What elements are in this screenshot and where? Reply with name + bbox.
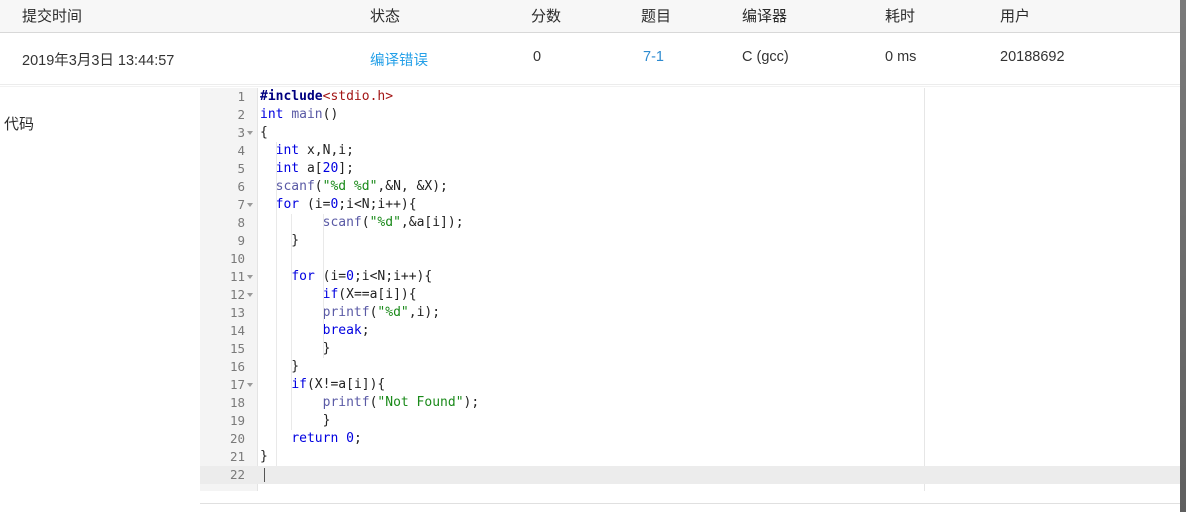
code-line-text: int main() xyxy=(260,107,339,122)
code-line-text: printf("%d",i); xyxy=(322,305,441,320)
code-line[interactable]: 19 } xyxy=(200,412,1180,430)
line-number: 13 xyxy=(229,305,245,320)
line-number: 7 xyxy=(237,197,245,212)
line-number: 1 xyxy=(237,89,245,104)
line-number: 5 xyxy=(237,161,245,176)
column-header-user: 用户 xyxy=(1000,8,1031,25)
code-line[interactable]: 8 scanf("%d",&a[i]); xyxy=(200,214,1180,232)
scrollbar-thumb[interactable] xyxy=(1180,0,1186,512)
code-line-text: { xyxy=(260,125,268,140)
line-number: 6 xyxy=(237,179,245,194)
column-header-time-cost: 耗时 xyxy=(885,8,916,25)
cell-time-cost: 0 ms xyxy=(885,49,917,65)
text-caret xyxy=(264,468,265,482)
line-number: 19 xyxy=(229,413,245,428)
editor-lines[interactable]: 1 #include<stdio.h> 2 int main() 3{4 int x,N… xyxy=(200,88,1180,484)
editor-bottom-panel xyxy=(200,503,1180,512)
line-number: 8 xyxy=(237,215,245,230)
code-line-text: for (i=0;i<N;i++){ xyxy=(275,197,417,212)
submission-table: 提交时间 状态 分数 题目 编译器 耗时 用户 2019年3月3日 13:44:… xyxy=(0,0,1180,85)
code-line-text: if(X==a[i]){ xyxy=(322,287,417,302)
column-header-status: 状态 xyxy=(370,8,401,25)
code-fold-toggle-icon[interactable] xyxy=(247,293,253,297)
code-line[interactable]: 21} xyxy=(200,448,1180,466)
column-header-problem: 题目 xyxy=(641,8,672,25)
line-number: 18 xyxy=(229,395,245,410)
code-line[interactable]: 4 int x,N,i; xyxy=(200,142,1180,160)
code-line-text: } xyxy=(260,359,300,374)
line-number: 17 xyxy=(229,377,245,392)
code-line-text: #include<stdio.h> xyxy=(260,89,394,104)
section-divider xyxy=(0,86,1180,87)
line-number: 22 xyxy=(229,467,245,482)
cell-score: 0 xyxy=(533,49,542,65)
code-fold-toggle-icon[interactable] xyxy=(247,275,253,279)
column-header-submit-time: 提交时间 xyxy=(22,8,83,25)
code-fold-toggle-icon[interactable] xyxy=(247,383,253,387)
line-number: 21 xyxy=(229,449,245,464)
line-number: 9 xyxy=(237,233,245,248)
code-line[interactable]: 6 scanf("%d %d",&N, &X); xyxy=(200,178,1180,196)
code-line[interactable]: 15 } xyxy=(200,340,1180,358)
indent-guide xyxy=(322,214,324,358)
line-number: 4 xyxy=(237,143,245,158)
cell-user-id: 20188692 xyxy=(1000,49,1065,65)
line-number: 14 xyxy=(229,323,245,338)
code-line-text: if(X!=a[i]){ xyxy=(291,377,386,392)
code-line[interactable]: 22 xyxy=(200,466,1180,484)
code-line-text: int a[20]; xyxy=(275,161,354,176)
line-number: 20 xyxy=(229,431,245,446)
code-fold-toggle-icon[interactable] xyxy=(247,203,253,207)
code-editor[interactable]: 1 #include<stdio.h> 2 int main() 3{4 int x,N… xyxy=(200,88,1180,491)
code-line[interactable]: 18 printf("Not Found"); xyxy=(200,394,1180,412)
column-header-compiler: 编译器 xyxy=(742,8,788,25)
code-line-text: } xyxy=(260,233,300,248)
code-line[interactable]: 20 return 0; xyxy=(200,430,1180,448)
code-line-text: } xyxy=(260,341,331,356)
line-number: 15 xyxy=(229,341,245,356)
submission-table-header: 提交时间 状态 分数 题目 编译器 耗时 用户 xyxy=(0,0,1180,33)
cell-submit-time: 2019年3月3日 13:44:57 xyxy=(22,53,175,69)
code-line[interactable]: 16 } xyxy=(200,358,1180,376)
code-line[interactable]: 9 } xyxy=(200,232,1180,250)
line-number: 10 xyxy=(229,251,245,266)
line-number: 16 xyxy=(229,359,245,374)
code-line[interactable]: 7 for (i=0;i<N;i++){ xyxy=(200,196,1180,214)
code-line[interactable]: 14 break; xyxy=(200,322,1180,340)
cell-compiler: C (gcc) xyxy=(742,49,789,65)
line-number: 11 xyxy=(229,269,245,284)
code-line[interactable]: 10 xyxy=(200,250,1180,268)
code-line-text: scanf("%d %d",&N, &X); xyxy=(275,179,448,194)
code-line[interactable]: 3{ xyxy=(200,124,1180,142)
code-section-label: 代码 xyxy=(4,116,35,133)
column-header-score: 分数 xyxy=(531,8,562,25)
code-line[interactable]: 2 int main() xyxy=(200,106,1180,124)
code-line-text: printf("Not Found"); xyxy=(322,395,480,410)
cell-problem-id[interactable]: 7-1 xyxy=(643,49,664,65)
code-line-text: int x,N,i; xyxy=(275,143,354,158)
indent-guide xyxy=(291,214,293,430)
code-line-text: for (i=0;i<N;i++){ xyxy=(291,269,433,284)
code-line[interactable]: 11 for (i=0;i<N;i++){ xyxy=(200,268,1180,286)
line-number: 3 xyxy=(237,125,245,140)
code-line[interactable]: 5 int a[20]; xyxy=(200,160,1180,178)
code-line-text: } xyxy=(260,449,268,464)
line-number: 2 xyxy=(237,107,245,122)
code-line[interactable]: 13 printf("%d",i); xyxy=(200,304,1180,322)
code-fold-toggle-icon[interactable] xyxy=(247,131,253,135)
right-edge-scrollbar[interactable] xyxy=(1180,0,1186,512)
indent-guide xyxy=(275,142,277,466)
code-line[interactable]: 1 #include<stdio.h> xyxy=(200,88,1180,106)
cell-status[interactable]: 编译错误 xyxy=(370,49,428,70)
submission-detail-page: 提交时间 状态 分数 题目 编译器 耗时 用户 2019年3月3日 13:44:… xyxy=(0,0,1186,512)
code-line[interactable]: 12 if(X==a[i]){ xyxy=(200,286,1180,304)
table-row: 2019年3月3日 13:44:57 编译错误 0 7-1 C (gcc) 0 … xyxy=(0,33,1180,85)
code-line[interactable]: 17 if(X!=a[i]){ xyxy=(200,376,1180,394)
code-line-text: } xyxy=(260,413,331,428)
line-number: 12 xyxy=(229,287,245,302)
